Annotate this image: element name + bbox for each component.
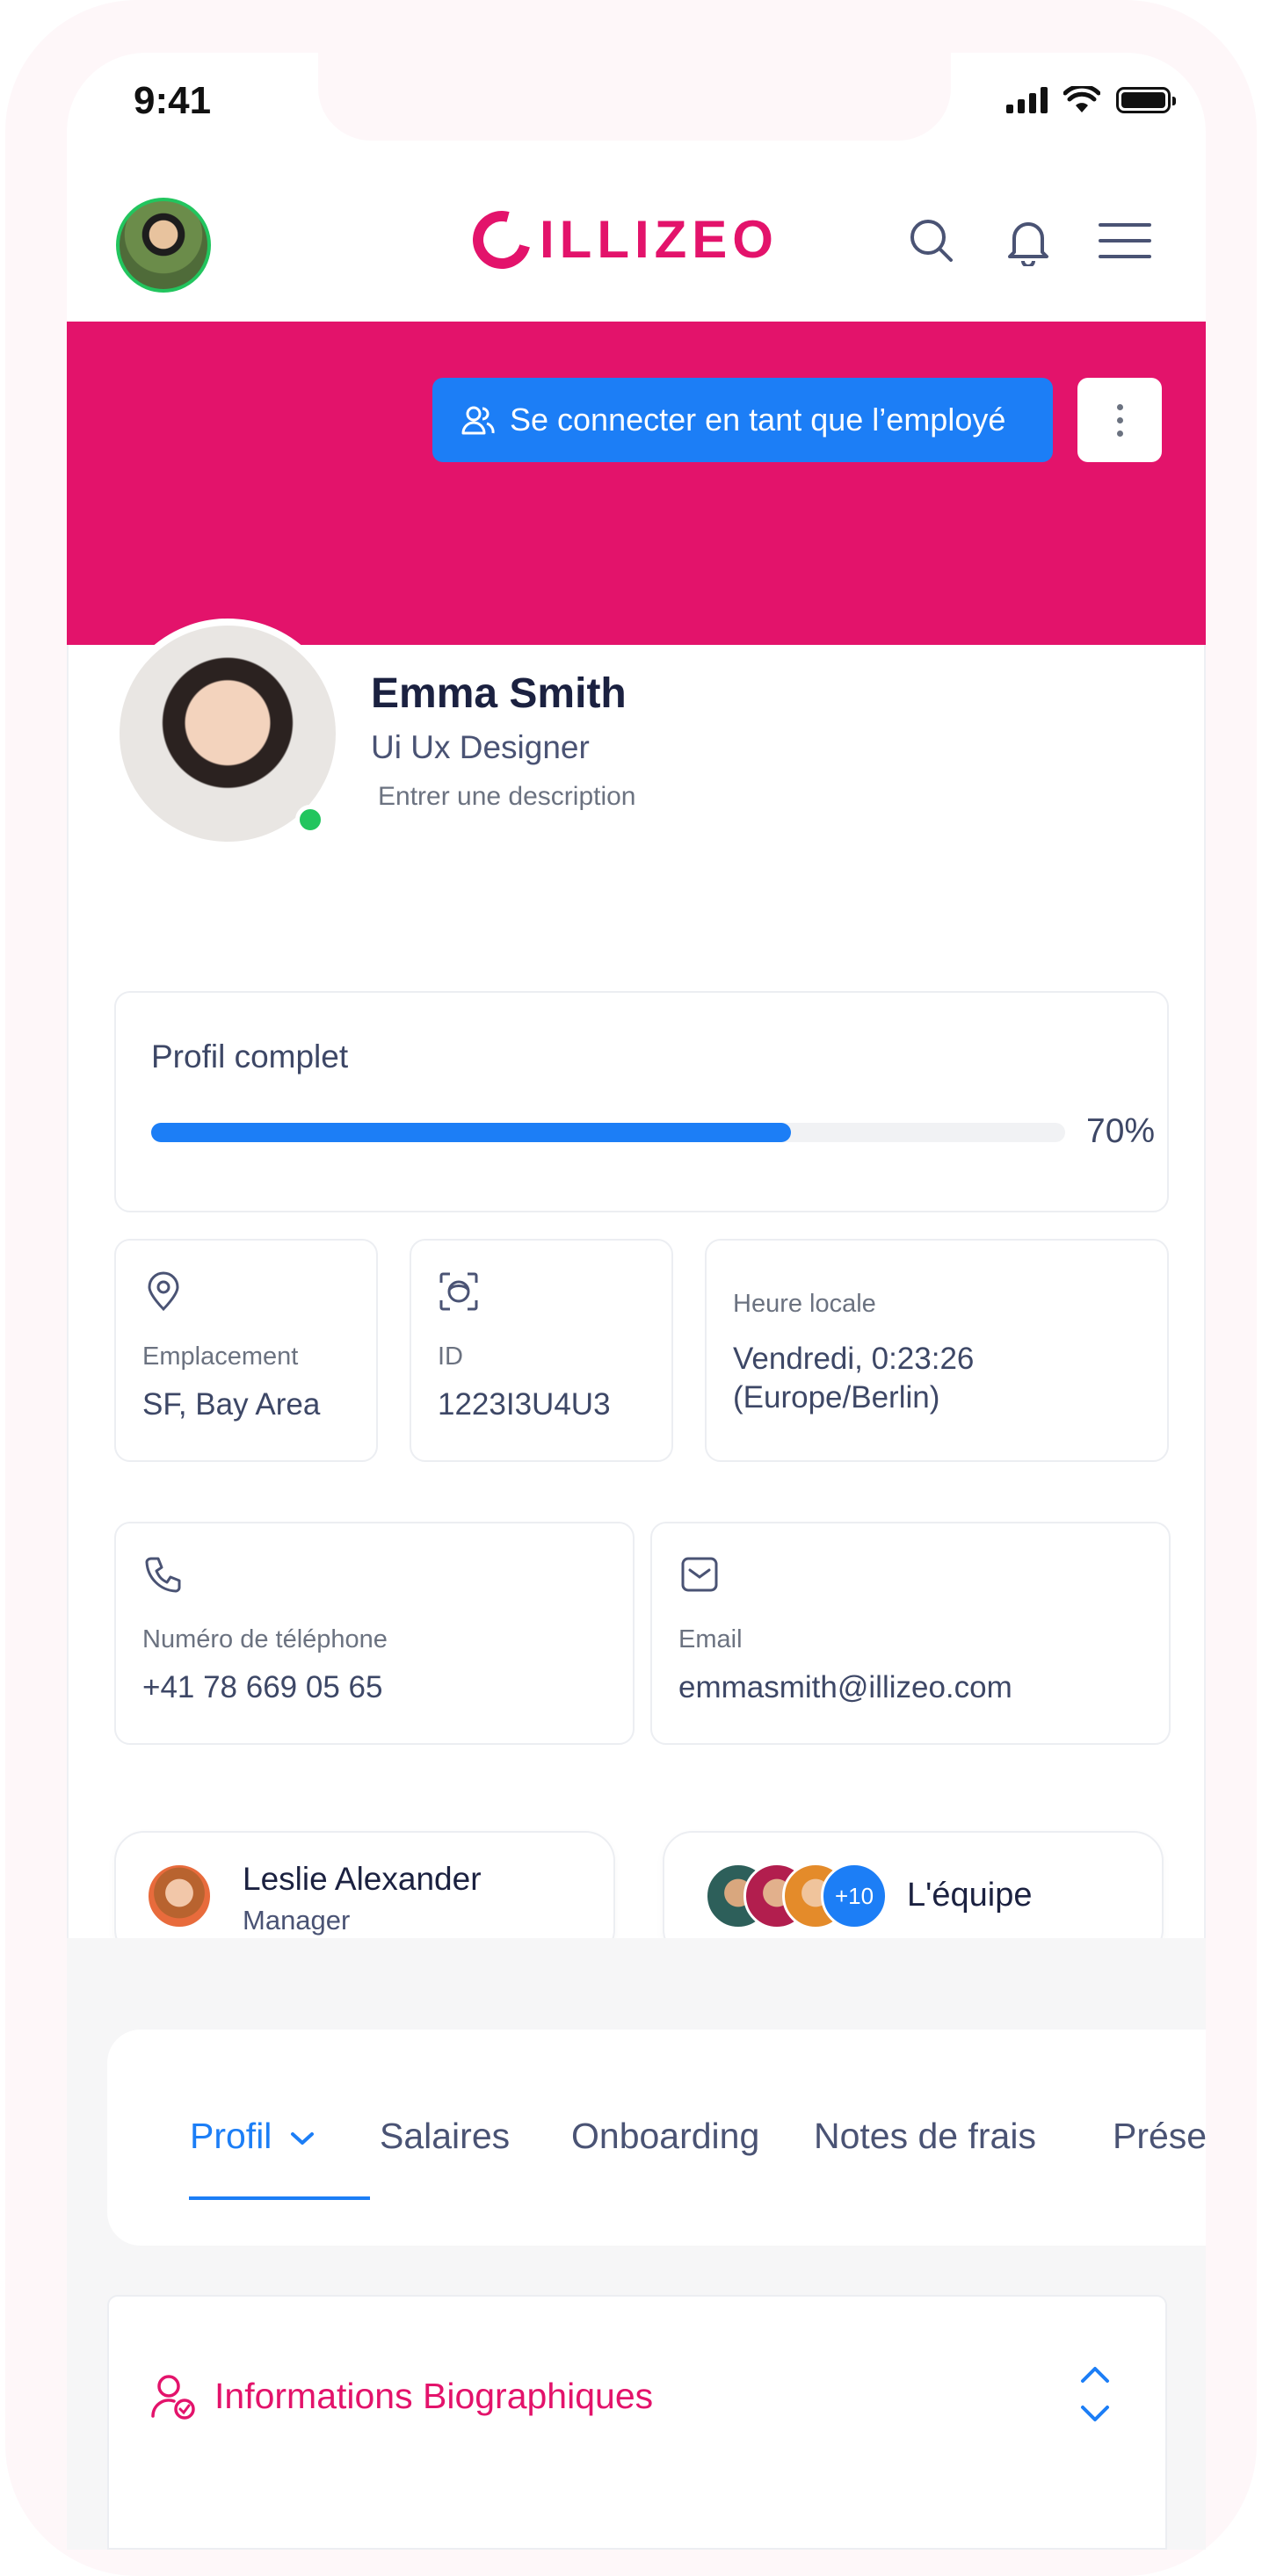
employee-id-card: ID 1223I3U4U3 [410,1239,673,1462]
manager-name: Leslie Alexander [243,1861,482,1897]
phone-label: Numéro de téléphone [142,1625,388,1653]
phone-card: Numéro de téléphone +41 78 669 05 65 [114,1522,635,1745]
user-avatar[interactable] [116,198,211,293]
app-screen: 9:41 ILLIZEO Se connecter en tant que l’… [67,53,1206,2550]
menu-button[interactable] [1097,213,1153,269]
local-time-card: Heure locale Vendredi, 0:23:26 (Europe/B… [705,1239,1169,1462]
users-icon [461,406,495,435]
tab-salaires[interactable]: Salaires [380,2116,510,2157]
local-time-label: Heure locale [733,1290,876,1318]
status-time: 9:41 [134,79,212,122]
mail-icon [681,1557,718,1592]
email-value[interactable]: emmasmith@illizeo.com [678,1668,1012,1708]
section-title: Informations Biographiques [214,2376,654,2416]
completion-progress-bar [151,1123,1065,1142]
location-value: SF, Bay Area [142,1387,321,1422]
bio-info-section: Informations Biographiques [107,2295,1167,2550]
hamburger-menu-icon [1099,223,1151,258]
location-card: Emplacement SF, Bay Area [114,1239,378,1462]
manager-title: Manager [243,1905,351,1936]
profile-completion-card: Profil complet 70% [114,991,1169,1212]
cellular-signal-icon [1006,87,1048,113]
user-check-icon [151,2375,195,2420]
dot [1116,416,1123,423]
email-card: Email emmasmith@illizeo.com [650,1522,1171,1745]
chevron-down-icon [1081,2406,1109,2421]
location-label: Emplacement [142,1342,299,1371]
employee-role: Ui Ux Designer [371,729,590,765]
tab-notes-de-frais[interactable]: Notes de frais [814,2116,1036,2157]
local-time-value: Vendredi, 0:23:26 [733,1342,975,1376]
profile-photo[interactable] [112,619,343,849]
notifications-button[interactable] [1000,213,1056,269]
map-pin-icon [148,1271,179,1312]
brand-logo[interactable]: ILLIZEO [461,199,779,279]
dot [1116,430,1123,437]
logo-text: ILLIZEO [540,210,779,269]
tab-profil[interactable]: Profil [190,2116,316,2157]
search-button[interactable] [903,213,960,269]
tab-presence[interactable]: Prése [1113,2116,1206,2157]
header-actions [903,213,1153,269]
team-extra-count: +10 [821,1863,888,1929]
phone-icon [145,1557,181,1593]
local-time-zone: (Europe/Berlin) [733,1380,940,1415]
expand-collapse-toggle[interactable] [1070,2362,1120,2441]
tab-label: Profil [190,2116,272,2156]
completion-progress-fill [151,1123,791,1142]
battery-icon [1116,87,1176,113]
chevron-down-icon [290,2132,314,2145]
dot [1116,403,1123,410]
impersonate-label: Se connecter en tant que l’employé [510,402,1006,438]
online-status-indicator [295,805,325,835]
more-options-button[interactable] [1077,378,1162,462]
wifi-icon [1063,86,1100,112]
completion-percent: 70% [1086,1112,1156,1150]
app-header: ILLIZEO [67,176,1206,322]
description-input[interactable]: Entrer une description [378,782,636,812]
profile-tabs: Profil Salaires Onboarding Notes de frai… [107,2030,1206,2246]
phone-value[interactable]: +41 78 669 05 65 [142,1668,382,1708]
logo-mark-icon [461,199,542,279]
manager-avatar [146,1863,213,1929]
status-icons [1006,86,1176,114]
employee-name: Emma Smith [371,670,627,717]
chevron-up-icon [1081,2367,1109,2383]
device-notch [318,53,951,141]
profile-banner: Se connecter en tant que l’employé [67,322,1206,645]
bell-icon [1008,222,1048,266]
id-label: ID [438,1342,463,1371]
tab-onboarding[interactable]: Onboarding [571,2116,759,2157]
face-id-icon [439,1272,478,1311]
completion-title: Profil complet [151,1038,349,1075]
search-icon [910,220,953,262]
phone-frame: 9:41 ILLIZEO Se connecter en tant que l’… [5,0,1257,2576]
active-tab-indicator [189,2196,370,2200]
profile-section: Emma Smith Ui Ux Designer Entrer une des… [67,619,1206,1959]
team-label: L'équipe [907,1877,1033,1914]
email-label: Email [678,1625,743,1653]
id-value: 1223I3U4U3 [438,1387,611,1422]
impersonate-employee-button[interactable]: Se connecter en tant que l’employé [432,378,1053,462]
